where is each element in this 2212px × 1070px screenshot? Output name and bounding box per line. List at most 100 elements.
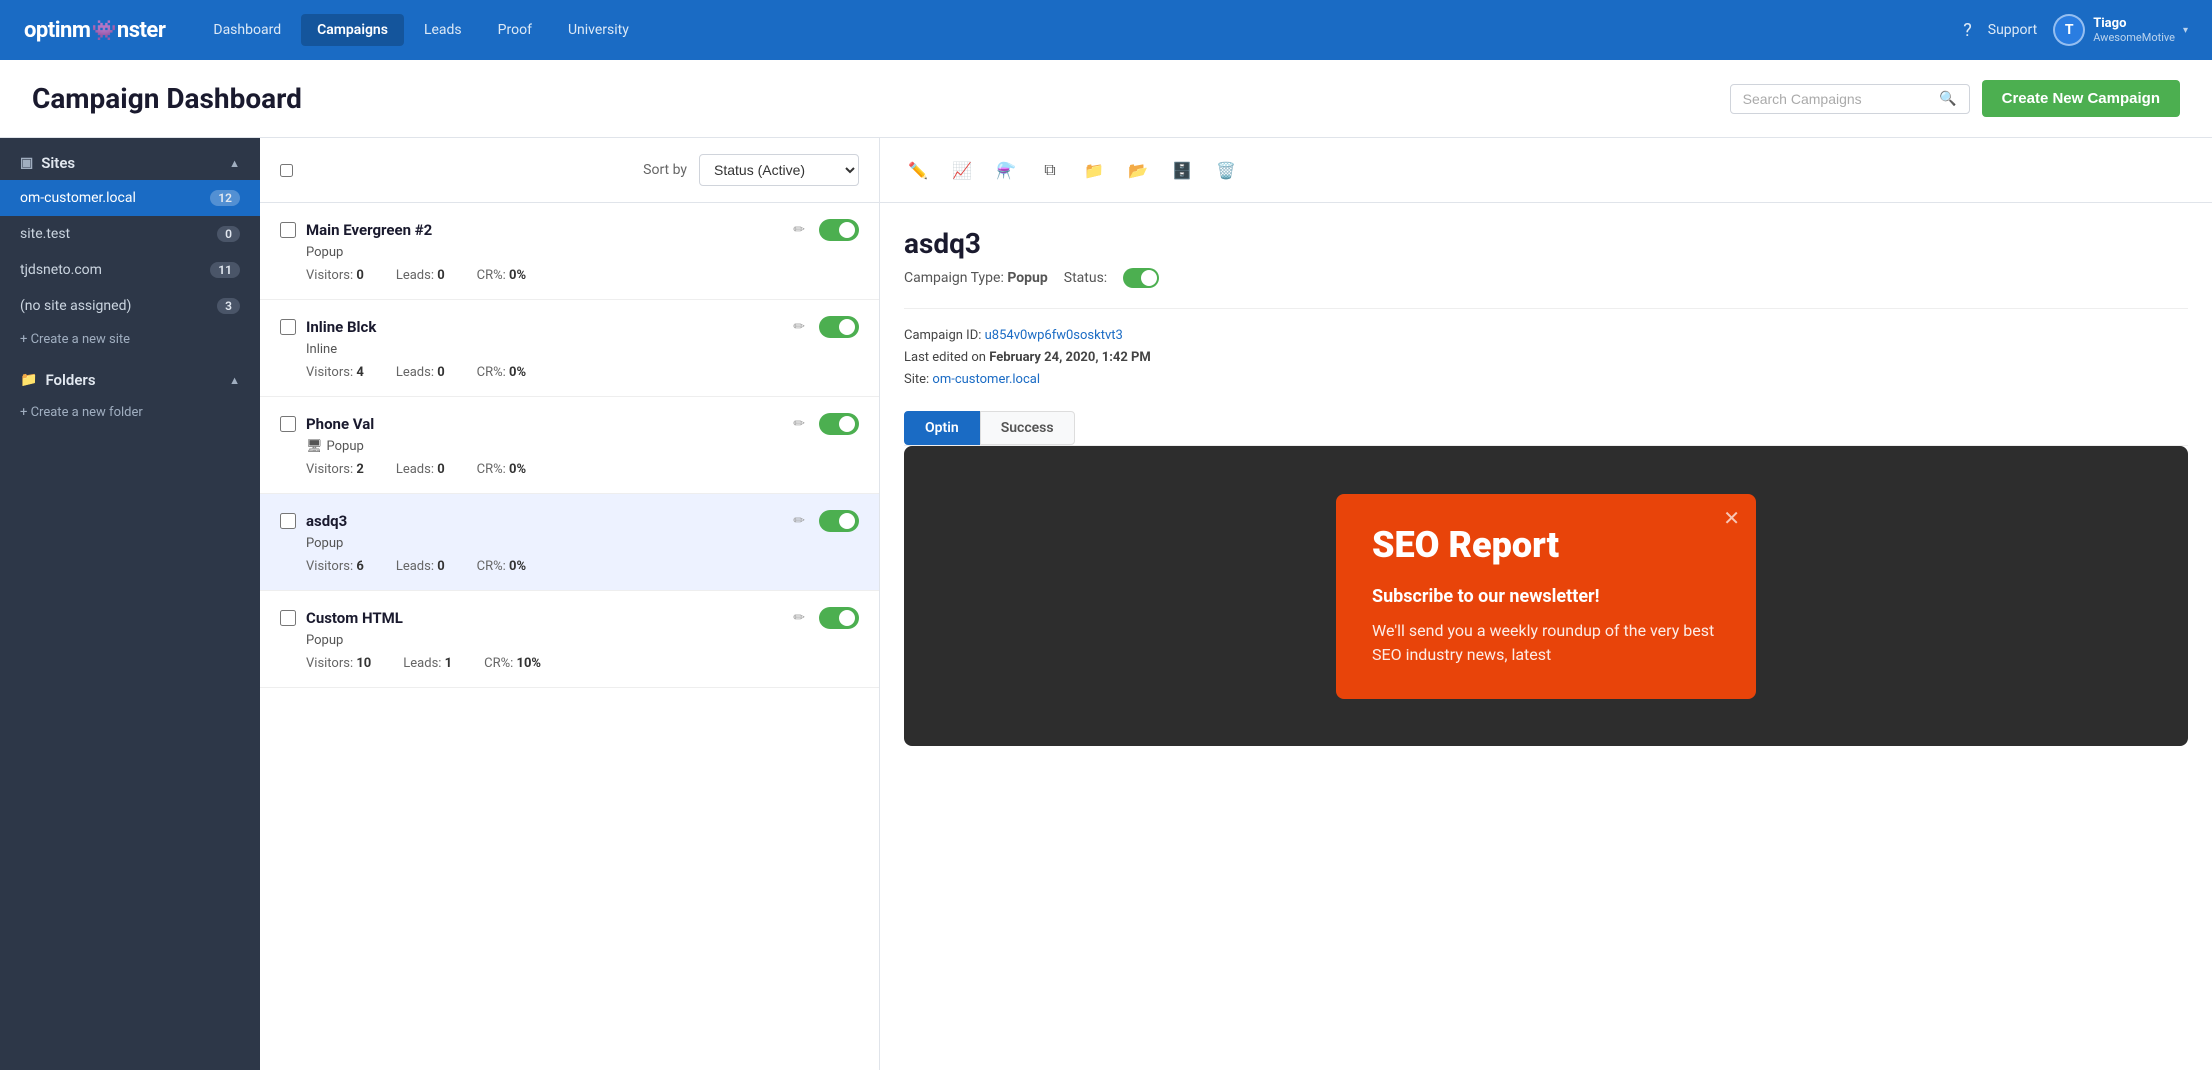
campaign-checkbox-5[interactable] bbox=[280, 610, 296, 626]
leads-2: Leads: 0 bbox=[396, 365, 445, 380]
nav-dashboard[interactable]: Dashboard bbox=[197, 14, 297, 46]
folder-icon: 📁 bbox=[20, 372, 37, 388]
detail-toolbar: ✏️ 📈 ⚗️ ⧉ 📁 📂 🗄️ 🗑️ bbox=[880, 138, 2212, 203]
sidebar-item-site-test[interactable]: site.test 0 bbox=[0, 216, 260, 252]
select-all-checkbox[interactable] bbox=[280, 164, 293, 177]
sidebar-item-om-customer[interactable]: om-customer.local 12 bbox=[0, 180, 260, 216]
detail-type-label: Campaign Type: Popup bbox=[904, 270, 1048, 286]
campaign-toggle-3[interactable] bbox=[819, 413, 859, 435]
campaign-meta-2: Visitors: 4 Leads: 0 CR%: 0% bbox=[306, 365, 859, 380]
nav-leads[interactable]: Leads bbox=[408, 14, 478, 46]
site-label-1: om-customer.local bbox=[20, 190, 210, 206]
campaign-toggle-5[interactable] bbox=[819, 607, 859, 629]
nav-proof[interactable]: Proof bbox=[482, 14, 548, 46]
detail-site-row: Site: om-customer.local bbox=[904, 369, 2188, 391]
campaign-name-1: Main Evergreen #2 bbox=[306, 221, 783, 239]
campaign-toggle-4[interactable] bbox=[819, 510, 859, 532]
search-input[interactable] bbox=[1743, 91, 1936, 107]
detail-site-link[interactable]: om-customer.local bbox=[932, 372, 1040, 387]
leads-1: Leads: 0 bbox=[396, 268, 445, 283]
campaign-toggle-2[interactable] bbox=[819, 316, 859, 338]
campaign-name-4: asdq3 bbox=[306, 512, 783, 530]
main-layout: ▣ Sites ▲ om-customer.local 12 site.test… bbox=[0, 138, 2212, 1070]
popup-close-icon[interactable]: ✕ bbox=[1723, 506, 1740, 530]
edit-icon[interactable]: ✏️ bbox=[900, 152, 936, 188]
campaign-panel: Sort by Status (Active) Date Created Nam… bbox=[260, 138, 880, 1070]
tab-success[interactable]: Success bbox=[980, 411, 1075, 445]
sort-select[interactable]: Status (Active) Date Created Name Visito… bbox=[699, 154, 859, 186]
campaign-id-link[interactable]: u854v0wp6fw0sosktvt3 bbox=[985, 328, 1123, 343]
cr-3: CR%: 0% bbox=[477, 462, 526, 477]
campaign-edit-icon-1[interactable]: ✏ bbox=[793, 222, 805, 238]
delete-icon[interactable]: 🗑️ bbox=[1208, 152, 1244, 188]
help-icon[interactable]: ? bbox=[1963, 20, 1972, 41]
create-campaign-button[interactable]: Create New Campaign bbox=[1982, 80, 2180, 117]
campaign-checkbox-4[interactable] bbox=[280, 513, 296, 529]
detail-info: Campaign ID: u854v0wp6fw0sosktvt3 Last e… bbox=[904, 308, 2188, 391]
campaign-edit-icon-3[interactable]: ✏ bbox=[793, 416, 805, 432]
add-folder-link[interactable]: + Create a new folder bbox=[0, 397, 260, 428]
folders-collapse-icon: ▲ bbox=[229, 374, 240, 387]
visitors-1: Visitors: 0 bbox=[306, 268, 364, 283]
sidebar-item-tjdsneto[interactable]: tjdsneto.com 11 bbox=[0, 252, 260, 288]
campaign-toggle-1[interactable] bbox=[819, 219, 859, 241]
copy-icon[interactable]: ⧉ bbox=[1032, 152, 1068, 188]
cr-1: CR%: 0% bbox=[477, 268, 526, 283]
search-bar[interactable]: 🔍 bbox=[1730, 84, 1970, 114]
campaign-type-5: Popup bbox=[306, 633, 859, 648]
folders-section-title: 📁 Folders bbox=[20, 371, 96, 389]
logo-icon: 👾 bbox=[91, 18, 115, 42]
visitors-2: Visitors: 4 bbox=[306, 365, 364, 380]
visitors-3: Visitors: 2 bbox=[306, 462, 364, 477]
folder-closed-icon[interactable]: 📁 bbox=[1076, 152, 1112, 188]
popup-preview: ✕ SEO Report Subscribe to our newsletter… bbox=[1336, 494, 1756, 699]
add-site-link[interactable]: + Create a new site bbox=[0, 324, 260, 355]
nav-university[interactable]: University bbox=[552, 14, 645, 46]
folders-section-header[interactable]: 📁 Folders ▲ bbox=[0, 355, 260, 397]
logo-text: optinm👾nster bbox=[24, 18, 165, 43]
campaign-meta-1: Visitors: 0 Leads: 0 CR%: 0% bbox=[306, 268, 859, 283]
site-label-3: tjdsneto.com bbox=[20, 262, 210, 278]
sites-collapse-icon: ▲ bbox=[229, 157, 240, 170]
tab-optin[interactable]: Optin bbox=[904, 411, 980, 445]
nav-links: Dashboard Campaigns Leads Proof Universi… bbox=[197, 14, 1963, 46]
user-menu[interactable]: T Tiago AwesomeMotive ▾ bbox=[2053, 14, 2188, 46]
analytics-icon[interactable]: 📈 bbox=[944, 152, 980, 188]
detail-last-edited-row: Last edited on February 24, 2020, 1:42 P… bbox=[904, 347, 2188, 369]
cr-5: CR%: 10% bbox=[484, 656, 541, 671]
campaign-item-5[interactable]: Custom HTML ✏ Popup Visitors: 10 Leads: … bbox=[260, 591, 879, 688]
sidebar-item-no-site[interactable]: (no site assigned) 3 bbox=[0, 288, 260, 324]
campaign-edit-icon-4[interactable]: ✏ bbox=[793, 513, 805, 529]
detail-panel: ✏️ 📈 ⚗️ ⧉ 📁 📂 🗄️ 🗑️ asdq3 Campaign Type:… bbox=[880, 138, 2212, 1070]
nav-campaigns[interactable]: Campaigns bbox=[301, 14, 404, 46]
campaign-checkbox-3[interactable] bbox=[280, 416, 296, 432]
campaign-checkbox-2[interactable] bbox=[280, 319, 296, 335]
archive-icon[interactable]: 🗄️ bbox=[1164, 152, 1200, 188]
filter-icon[interactable]: ⚗️ bbox=[988, 152, 1024, 188]
cr-2: CR%: 0% bbox=[477, 365, 526, 380]
folder-open-icon[interactable]: 📂 bbox=[1120, 152, 1156, 188]
visitors-4: Visitors: 6 bbox=[306, 559, 364, 574]
campaign-edit-icon-2[interactable]: ✏ bbox=[793, 319, 805, 335]
campaign-meta-5: Visitors: 10 Leads: 1 CR%: 10% bbox=[306, 656, 859, 671]
username: Tiago AwesomeMotive bbox=[2093, 16, 2175, 45]
campaign-item-2[interactable]: Inline Blck ✏ Inline Visitors: 4 Leads: … bbox=[260, 300, 879, 397]
page-title: Campaign Dashboard bbox=[32, 82, 1730, 115]
support-link[interactable]: Support bbox=[1988, 22, 2037, 38]
detail-status-toggle[interactable] bbox=[1123, 268, 1159, 288]
campaign-item-3[interactable]: Phone Val ✏ 🖥 Popup Visitors: 2 Leads: 0… bbox=[260, 397, 879, 494]
sites-section-header[interactable]: ▣ Sites ▲ bbox=[0, 138, 260, 180]
campaign-item-1[interactable]: Main Evergreen #2 ✏ Popup Visitors: 0 Le… bbox=[260, 203, 879, 300]
avatar: T bbox=[2053, 14, 2085, 46]
campaign-edit-icon-5[interactable]: ✏ bbox=[793, 610, 805, 626]
site-label-2: site.test bbox=[20, 226, 217, 242]
popup-body-text: We'll send you a weekly roundup of the v… bbox=[1372, 619, 1720, 667]
campaign-type-1: Popup bbox=[306, 245, 859, 260]
logo[interactable]: optinm👾nster bbox=[24, 18, 165, 43]
campaign-item-4[interactable]: asdq3 ✏ Popup Visitors: 6 Leads: 0 CR%: … bbox=[260, 494, 879, 591]
detail-status-label: Status: bbox=[1064, 270, 1107, 286]
cr-4: CR%: 0% bbox=[477, 559, 526, 574]
campaign-checkbox-1[interactable] bbox=[280, 222, 296, 238]
detail-meta-row: Campaign Type: Popup Status: bbox=[904, 268, 2188, 288]
site-badge-4: 3 bbox=[217, 298, 240, 314]
